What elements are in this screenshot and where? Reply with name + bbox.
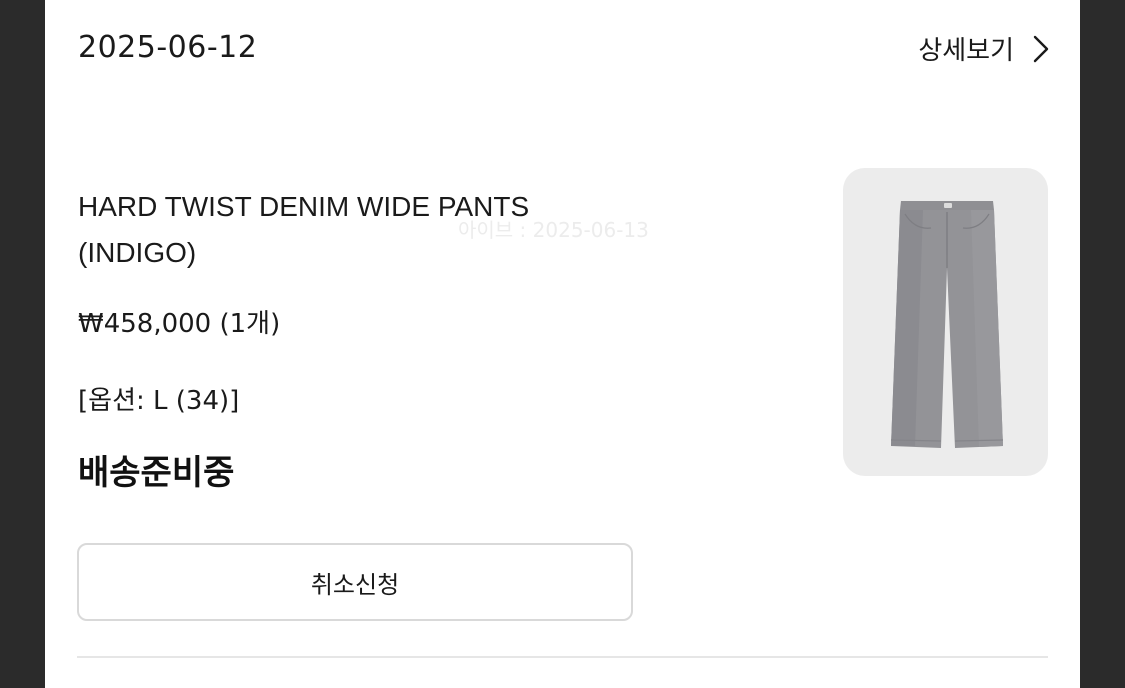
denim-pants-image bbox=[890, 201, 1004, 448]
divider bbox=[77, 656, 1048, 658]
cancel-request-button[interactable]: 취소신청 bbox=[77, 543, 633, 621]
chevron-right-icon bbox=[1030, 35, 1052, 63]
product-thumbnail[interactable] bbox=[843, 168, 1048, 476]
shipping-status: 배송준비중 bbox=[78, 453, 235, 493]
view-details-label: 상세보기 bbox=[918, 36, 1014, 66]
product-price: ₩458,000 (1개) bbox=[78, 309, 281, 339]
order-card: 2025-06-12 상세보기 HARD TWIST DENIM WIDE PA… bbox=[45, 0, 1080, 688]
watermark-text: 아이브 : 2025-06-13 bbox=[458, 218, 649, 242]
view-details-link[interactable]: 상세보기 bbox=[918, 30, 1052, 67]
order-date: 2025-06-12 bbox=[78, 30, 258, 65]
product-option: [옵션: L (34)] bbox=[78, 386, 240, 416]
